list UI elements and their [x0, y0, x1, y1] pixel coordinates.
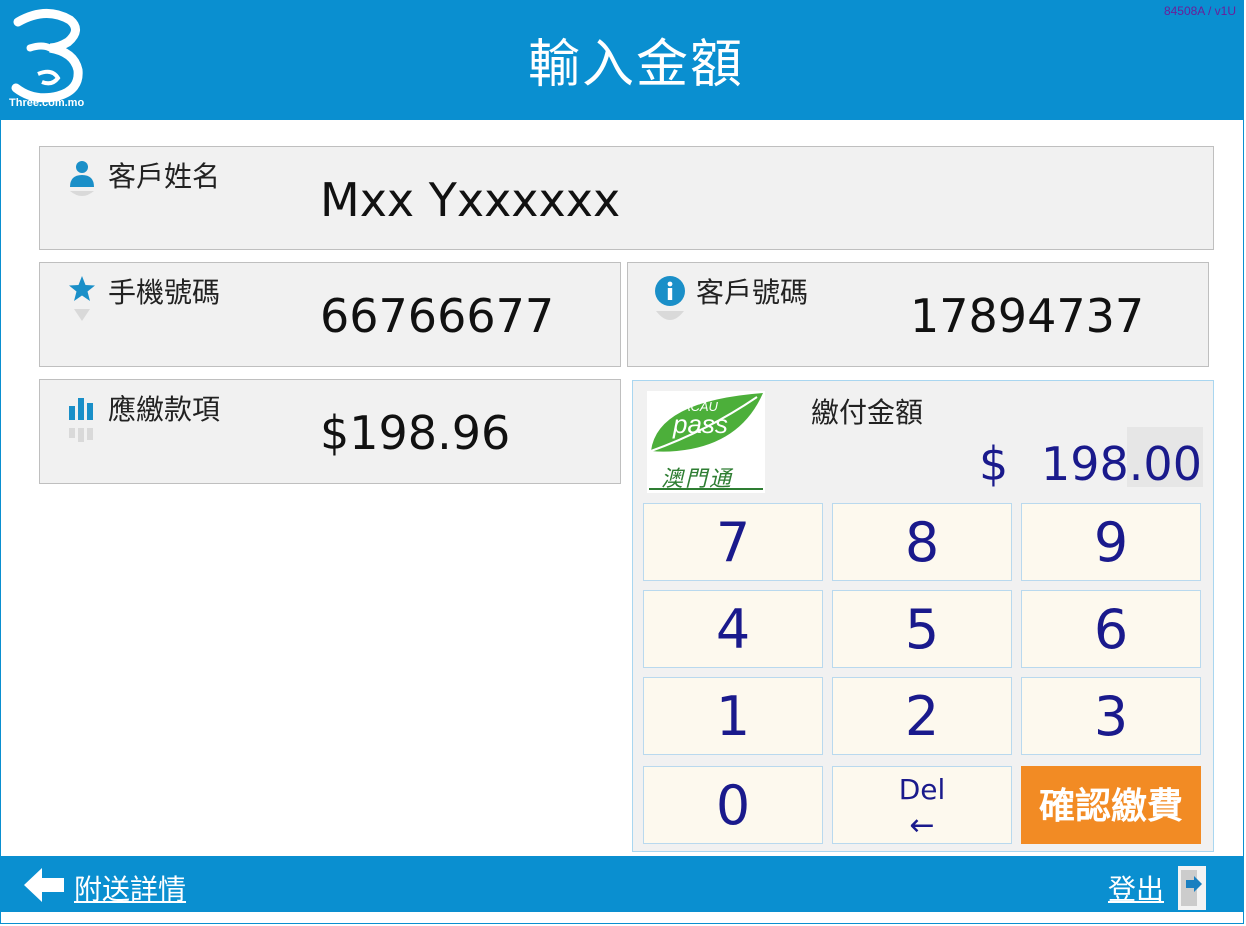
key-2[interactable]: 2	[832, 677, 1012, 755]
amount-due-panel: 應繳款項 $198.96	[39, 379, 621, 484]
key-1[interactable]: 1	[643, 677, 823, 755]
confirm-payment-button[interactable]: 確認繳費	[1021, 766, 1201, 844]
customer-name-value: Mxx Yxxxxxx	[320, 173, 621, 227]
customer-name-label: 客戶姓名	[108, 160, 221, 193]
amount-due-value: $198.96	[320, 406, 511, 460]
key-5[interactable]: 5	[832, 590, 1012, 668]
payment-panel: MACAU pass 澳門通 繳付金額 $ 198.00 7 8 9 4 5 6…	[632, 380, 1214, 852]
key-9[interactable]: 9	[1021, 503, 1201, 581]
key-7[interactable]: 7	[643, 503, 823, 581]
account-panel: 客戶號碼 17894737	[627, 262, 1209, 367]
version-label: 84508A / v1U	[1163, 4, 1236, 18]
customer-name-panel: 客戶姓名 Mxx Yxxxxxx	[39, 146, 1214, 250]
logo-mid-text: pass	[673, 409, 728, 439]
pay-amount-value: 198.00	[1041, 437, 1202, 491]
bar-chart-icon	[69, 398, 93, 420]
backspace-arrow-icon: ←	[909, 808, 935, 843]
header-bar: Three.com.mo 輸入金額 84508A / v1U	[0, 0, 1244, 120]
user-icon	[70, 161, 94, 187]
key-6[interactable]: 6	[1021, 590, 1201, 668]
key-3[interactable]: 3	[1021, 677, 1201, 755]
info-icon-reflection	[656, 311, 684, 320]
delete-label: Del	[898, 773, 946, 806]
account-label: 客戶號碼	[696, 276, 809, 309]
macau-pass-logo: MACAU pass 澳門通	[647, 391, 765, 493]
phone-label: 手機號碼	[108, 276, 221, 309]
logout-icon[interactable]	[1178, 866, 1206, 912]
amount-due-label: 應繳款項	[108, 393, 221, 426]
account-value: 17894737	[910, 289, 1145, 343]
back-details-link[interactable]: 附送詳情	[74, 868, 186, 908]
footer-bar: 附送詳情 登出	[0, 856, 1244, 912]
info-icon	[655, 276, 685, 306]
back-arrow-icon[interactable]	[24, 868, 64, 902]
key-4[interactable]: 4	[643, 590, 823, 668]
user-icon-reflection	[70, 191, 94, 196]
key-0[interactable]: 0	[643, 766, 823, 844]
delete-button[interactable]: Del ←	[832, 766, 1012, 844]
pay-amount-label: 繳付金額	[811, 396, 924, 429]
phone-panel: 手機號碼 66766677	[39, 262, 621, 367]
bar-chart-icon-reflection	[69, 428, 93, 442]
key-8[interactable]: 8	[832, 503, 1012, 581]
phone-value: 66766677	[320, 289, 555, 343]
logout-link[interactable]: 登出	[1108, 868, 1164, 908]
star-icon	[69, 276, 95, 301]
logo-bottom-text: 澳門通	[661, 467, 734, 492]
page-title: 輸入金額	[527, 35, 744, 95]
star-icon-reflection	[74, 309, 90, 321]
logo-text: Three.com.mo	[9, 97, 85, 109]
currency-symbol: $	[979, 437, 1009, 491]
